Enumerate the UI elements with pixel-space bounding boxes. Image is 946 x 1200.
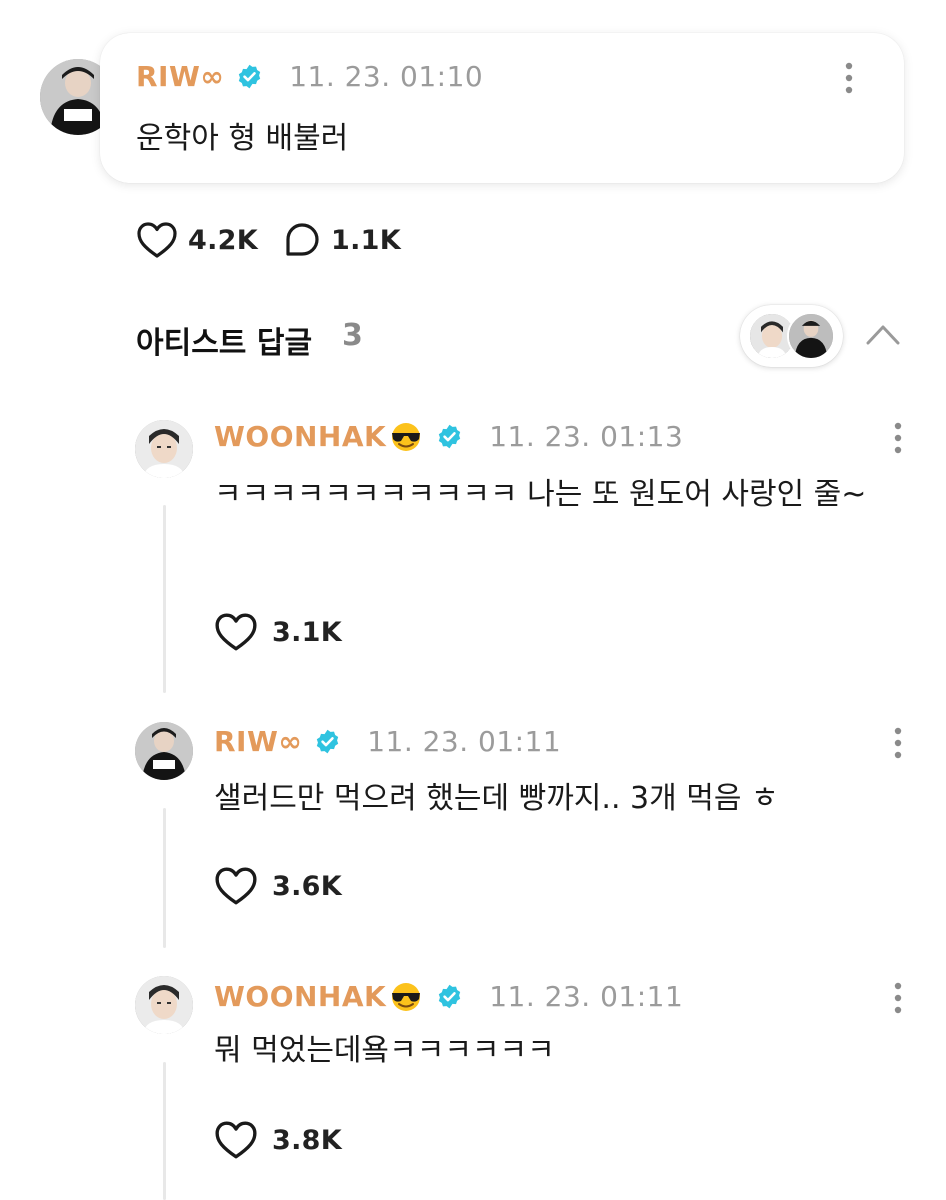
post-author-row: RIW∞ 11. 23. 01:10: [136, 60, 483, 93]
reply-3-more-options-icon[interactable]: [892, 981, 904, 1015]
main-post-card: [100, 33, 904, 183]
artist-replies-count: 3: [342, 318, 363, 353]
reply-thread-line: [163, 1062, 166, 1200]
artist-replies-title: 아티스트 답글: [136, 326, 313, 361]
chevron-up-icon: [866, 325, 900, 345]
reply-2-more-options-icon[interactable]: [892, 726, 904, 760]
riw-mini-avatar: [787, 312, 835, 360]
reply-3-like-count: 3.8K: [272, 1124, 342, 1156]
verified-badge-icon: [236, 63, 263, 90]
woonhak-avatar[interactable]: [135, 420, 193, 478]
replier-avatars-pill[interactable]: [740, 305, 843, 367]
post-comment-count: 1.1K: [331, 224, 401, 256]
reply-2-timestamp: 11. 23. 01:11: [367, 725, 562, 758]
heart-icon: [215, 1121, 257, 1159]
reply-1-more-options-icon[interactable]: [892, 421, 904, 455]
woonhak-avatar[interactable]: [135, 976, 193, 1034]
post-more-options-icon[interactable]: [843, 61, 855, 95]
reply-3-like-button[interactable]: 3.8K: [214, 1120, 342, 1160]
post-author-name[interactable]: RIW∞: [136, 60, 224, 93]
verified-badge-icon: [314, 728, 341, 755]
post-like-button[interactable]: 4.2K: [136, 221, 258, 259]
reply-2-like-count: 3.6K: [272, 870, 342, 902]
reply-3-timestamp: 11. 23. 01:11: [489, 980, 684, 1013]
comment-thread-page: RIW∞ 11. 23. 01:10 운학아 형 배불러 4.2K 1.1K 아…: [0, 0, 946, 1200]
reply-thread-line: [163, 505, 166, 693]
heart-icon: [215, 613, 257, 651]
post-like-count: 4.2K: [188, 224, 258, 256]
verified-badge-icon: [436, 983, 463, 1010]
sunglasses-emoji-icon: [388, 422, 424, 452]
heart-icon: [215, 867, 257, 905]
reply-3-author-name[interactable]: WOONHAK: [214, 980, 386, 1013]
reply-1-like-count: 3.1K: [272, 616, 342, 648]
heart-icon: [137, 222, 177, 258]
reply-2-text: 샐러드만 먹으려 했는데 빵까지.. 3개 먹음 ㅎ: [214, 781, 779, 816]
reply-2-author-row: RIW∞ 11. 23. 01:11: [214, 725, 561, 758]
reply-3-author-row: WOONHAK 11. 23. 01:11: [214, 980, 683, 1013]
post-timestamp: 11. 23. 01:10: [289, 60, 484, 93]
post-body-text: 운학아 형 배불러: [136, 121, 349, 156]
reply-2-author-name[interactable]: RIW∞: [214, 725, 302, 758]
verified-badge-icon: [436, 423, 463, 450]
reply-3-text: 뭐 먹었는데욬ㅋㅋㅋㅋㅋㅋ: [214, 1033, 555, 1068]
reply-1-author-row: WOONHAK 11. 23. 01:13: [214, 420, 683, 453]
reply-1-timestamp: 11. 23. 01:13: [489, 420, 684, 453]
collapse-replies-button[interactable]: [864, 321, 902, 347]
reply-thread-line: [163, 808, 166, 948]
reply-2-like-button[interactable]: 3.6K: [214, 866, 342, 906]
riw-avatar[interactable]: [135, 722, 193, 780]
reply-1-text: ㅋㅋㅋㅋㅋㅋㅋㅋㅋㅋㅋ 나는 또 원도어 사랑인 줄~: [214, 477, 867, 512]
post-comment-button[interactable]: 1.1K: [283, 221, 401, 259]
reply-1-like-button[interactable]: 3.1K: [214, 612, 342, 652]
reply-1-author-name[interactable]: WOONHAK: [214, 420, 386, 453]
sunglasses-emoji-icon: [388, 982, 424, 1012]
comment-icon: [286, 223, 319, 256]
